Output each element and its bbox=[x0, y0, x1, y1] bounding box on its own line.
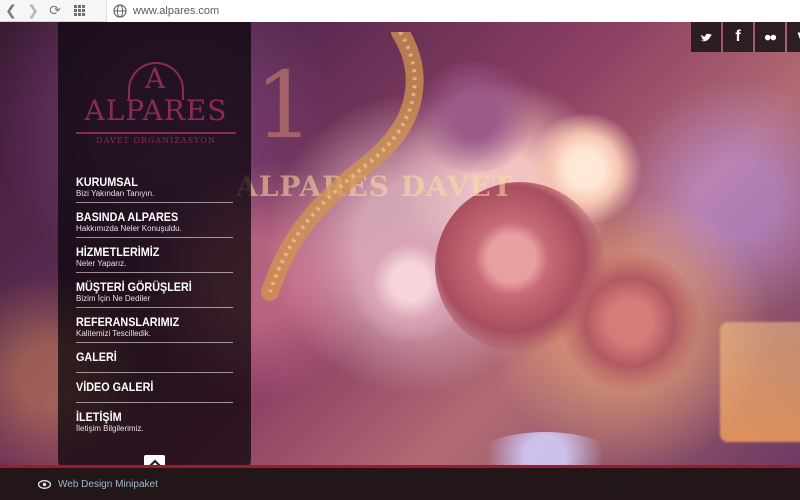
menu-item-galeri[interactable]: GALERİ bbox=[76, 345, 233, 373]
menu-item-label: HİZMETLERİMİZ bbox=[76, 245, 160, 259]
footer: Web Design Minipaket bbox=[0, 468, 800, 500]
address-bar[interactable]: www.alpares.com bbox=[106, 0, 800, 22]
menu-item-subtitle: Bizi Yakından Tanıyın. bbox=[76, 189, 155, 198]
menu-item-label: REFERANSLARIMIZ bbox=[76, 315, 180, 329]
gold-ornament-image bbox=[261, 32, 424, 301]
twitter-icon[interactable] bbox=[691, 22, 721, 52]
menu-item-label: BASINDA ALPARES bbox=[76, 210, 179, 224]
menu-item-hizmetlerimiz[interactable]: HİZMETLERİMİZ Neler Yaparız. bbox=[76, 244, 233, 273]
menu-item-label: İLETİŞİM bbox=[76, 410, 122, 424]
vimeo-icon[interactable]: v bbox=[787, 22, 800, 52]
menu-item-label: KURUMSAL bbox=[76, 175, 138, 189]
apps-icon[interactable] bbox=[66, 0, 92, 22]
back-icon[interactable]: ❮ bbox=[0, 0, 22, 22]
menu-item-iletisim[interactable]: İLETİŞİM İletişim Bilgilerimiz. bbox=[76, 409, 233, 437]
footer-credit-link[interactable]: Web Design Minipaket bbox=[58, 479, 158, 490]
social-links: f v bbox=[689, 22, 800, 52]
flickr-icon[interactable] bbox=[755, 22, 785, 52]
menu-item-subtitle: Neler Yaparız. bbox=[76, 259, 127, 268]
menu-item-subtitle: Bizim İçin Ne Dediler bbox=[76, 294, 151, 303]
sidebar: A ALPARES DAVET ORGANİZASYON KURUMSAL Bi… bbox=[58, 22, 251, 470]
logo-letter: A bbox=[144, 62, 166, 95]
menu-item-label: MÜŞTERİ GÖRÜŞLERİ bbox=[76, 280, 192, 294]
menu-item-basinda-alpares[interactable]: BASINDA ALPARES Hakkımızda Neler Konuşul… bbox=[76, 209, 233, 238]
menu-item-kurumsal[interactable]: KURUMSAL Bizi Yakından Tanıyın. bbox=[76, 174, 233, 203]
main-menu: KURUMSAL Bizi Yakından Tanıyın. BASINDA … bbox=[76, 174, 233, 437]
browser-toolbar: ❮ ❯ ⟳ www.alpares.com bbox=[0, 0, 800, 22]
menu-item-label: GALERİ bbox=[76, 350, 117, 364]
eye-icon bbox=[38, 479, 51, 489]
forward-icon[interactable]: ❯ bbox=[22, 0, 44, 22]
menu-item-subtitle: Hakkımızda Neler Konuşuldu. bbox=[76, 224, 182, 233]
menu-item-subtitle: Kalitemizi Tescilledik. bbox=[76, 329, 151, 338]
menu-item-video-galeri[interactable]: VİDEO GALERİ bbox=[76, 375, 233, 403]
logo-tagline: DAVET ORGANİZASYON bbox=[96, 136, 216, 145]
facebook-icon[interactable]: f bbox=[723, 22, 753, 52]
menu-item-referanslarimiz[interactable]: REFERANSLARIMIZ Kalitemizi Tescilledik. bbox=[76, 314, 233, 343]
url-text: www.alpares.com bbox=[133, 5, 220, 17]
menu-item-subtitle: İletişim Bilgilerimiz. bbox=[76, 424, 144, 433]
menu-item-label: VİDEO GALERİ bbox=[76, 380, 154, 394]
menu-item-musteri-gorusleri[interactable]: MÜŞTERİ GÖRÜŞLERİ Bizim İçin Ne Dediler bbox=[76, 279, 233, 308]
site-logo[interactable]: A ALPARES DAVET ORGANİZASYON bbox=[76, 62, 236, 157]
logo-name: ALPARES bbox=[84, 94, 228, 127]
reload-icon[interactable]: ⟳ bbox=[44, 0, 66, 22]
globe-icon bbox=[113, 4, 127, 18]
